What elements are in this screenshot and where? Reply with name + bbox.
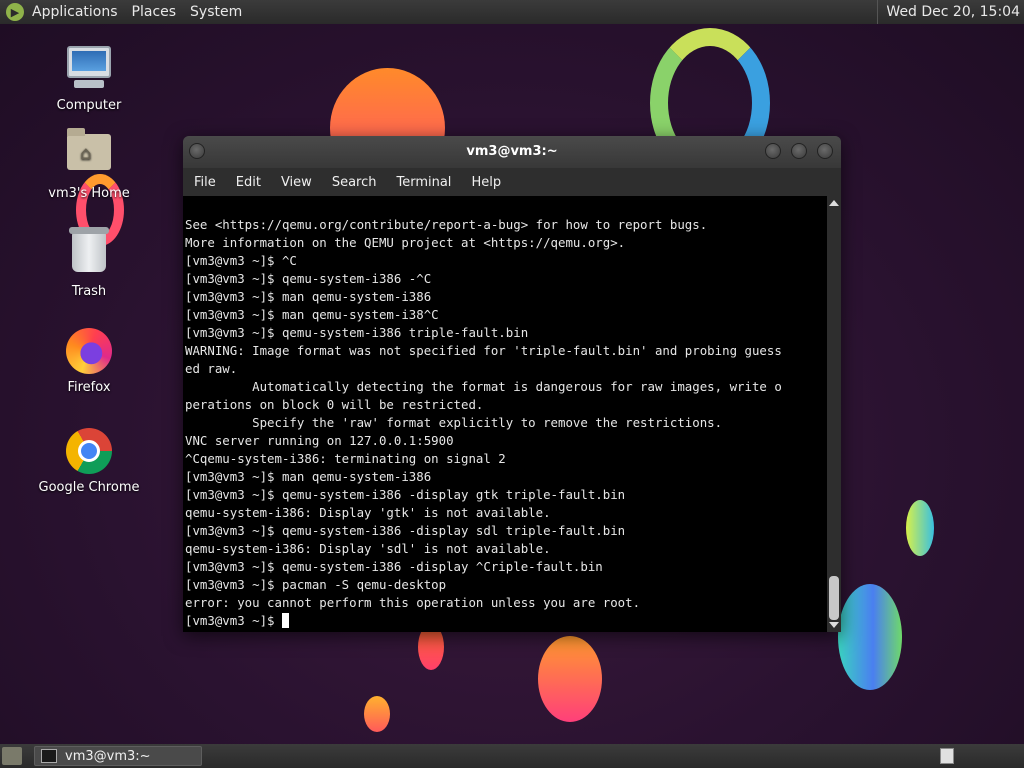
terminal-menubar: File Edit View Search Terminal Help (183, 168, 841, 196)
menu-terminal[interactable]: Terminal (396, 175, 451, 190)
maximize-button[interactable] (791, 143, 807, 159)
terminal-line: More information on the QEMU project at … (185, 235, 626, 250)
terminal-line: [vm3@vm3 ~]$ pacman -S qemu-desktop (185, 577, 447, 592)
close-button[interactable] (817, 143, 833, 159)
menu-help[interactable]: Help (471, 175, 501, 190)
terminal-line: perations on block 0 will be restricted. (185, 397, 484, 412)
terminal-line: ed raw. (185, 361, 238, 376)
menu-places[interactable]: Places (132, 4, 177, 20)
bottom-panel: vm3@vm3:~ (0, 744, 1024, 768)
terminal-line: ^Cqemu-system-i386: terminating on signa… (185, 451, 506, 466)
terminal-line: [vm3@vm3 ~]$ man qemu-system-i38^C (185, 307, 439, 322)
firefox-icon (65, 328, 113, 376)
minimize-button[interactable] (765, 143, 781, 159)
window-titlebar[interactable]: vm3@vm3:~ (183, 136, 841, 168)
desktop-icon-label: Google Chrome (38, 480, 140, 495)
terminal-line: error: you cannot perform this operation… (185, 595, 641, 610)
terminal-line: [vm3@vm3 ~]$ man qemu-system-i386 (185, 289, 432, 304)
desktop-icon-trash[interactable]: Trash (34, 227, 144, 299)
terminal-line: [vm3@vm3 ~]$ ^C (185, 253, 297, 268)
terminal-line: [vm3@vm3 ~]$ qemu-system-i386 -^C (185, 271, 432, 286)
terminal-line: [vm3@vm3 ~]$ qemu-system-i386 -display g… (185, 487, 626, 502)
terminal-line: See <https://qemu.org/contribute/report-… (185, 217, 708, 232)
menu-system[interactable]: System (190, 4, 242, 20)
chrome-icon (65, 428, 113, 476)
taskbar-item-label: vm3@vm3:~ (65, 748, 151, 764)
desktop-icon-label: Computer (56, 98, 122, 113)
scroll-down-arrow-icon[interactable] (829, 622, 839, 628)
terminal-line: qemu-system-i386: Display 'sdl' is not a… (185, 541, 551, 556)
terminal-line: qemu-system-i386: Display 'gtk' is not a… (185, 505, 551, 520)
terminal-icon (41, 749, 57, 763)
clock[interactable]: Wed Dec 20, 15:04 (877, 0, 1024, 24)
terminal-prompt: [vm3@vm3 ~]$ (185, 613, 282, 628)
terminal-line: Automatically detecting the format is da… (185, 379, 782, 394)
desktop-icon-label: vm3's Home (48, 186, 130, 201)
terminal-line: [vm3@vm3 ~]$ qemu-system-i386 -display s… (185, 523, 626, 538)
wallpaper-shape (838, 584, 902, 690)
scrollbar-thumb[interactable] (829, 576, 839, 620)
terminal-line: [vm3@vm3 ~]$ qemu-system-i386 triple-fau… (185, 325, 529, 340)
terminal-scrollbar[interactable] (827, 196, 841, 632)
desktop-icon-home[interactable]: ⌂ vm3's Home (34, 128, 144, 201)
distro-logo-icon[interactable]: ▶ (6, 3, 24, 21)
terminal-line: VNC server running on 127.0.0.1:5900 (185, 433, 454, 448)
scroll-up-arrow-icon[interactable] (829, 200, 839, 206)
terminal-line: Specify the 'raw' format explicitly to r… (185, 415, 723, 430)
terminal-line: [vm3@vm3 ~]$ qemu-system-i386 -display ^… (185, 559, 603, 574)
terminal-line: [vm3@vm3 ~]$ man qemu-system-i386 (185, 469, 432, 484)
terminal-output[interactable]: See <https://qemu.org/contribute/report-… (183, 196, 827, 632)
show-desktop-button[interactable] (2, 747, 22, 765)
top-panel: ▶ Applications Places System Wed Dec 20,… (0, 0, 1024, 24)
desktop-icon-label: Trash (71, 284, 107, 299)
menu-file[interactable]: File (194, 175, 216, 190)
workspace-switcher[interactable] (940, 748, 954, 764)
terminal-window[interactable]: vm3@vm3:~ File Edit View Search Terminal… (183, 136, 841, 632)
trash-icon (65, 227, 113, 280)
desktop-icon-chrome[interactable]: Google Chrome (34, 428, 144, 495)
window-title: vm3@vm3:~ (466, 144, 558, 159)
home-folder-icon: ⌂ (65, 128, 113, 182)
taskbar-item-terminal[interactable]: vm3@vm3:~ (34, 746, 202, 766)
computer-icon (65, 46, 113, 94)
top-menu: ▶ Applications Places System (6, 0, 256, 24)
desktop-icon-computer[interactable]: Computer (34, 46, 144, 113)
wallpaper-shape (906, 500, 934, 556)
terminal-text: See <https://qemu.org/contribute/report-… (185, 216, 782, 630)
wallpaper-shape (538, 636, 602, 722)
menu-view[interactable]: View (281, 175, 312, 190)
desktop-icon-firefox[interactable]: Firefox (34, 328, 144, 395)
menu-applications[interactable]: Applications (32, 4, 118, 20)
wallpaper-shape (364, 696, 390, 732)
terminal-prompt-line[interactable]: [vm3@vm3 ~]$ (185, 612, 782, 630)
menu-edit[interactable]: Edit (236, 175, 261, 190)
menu-search[interactable]: Search (332, 175, 377, 190)
terminal-line: WARNING: Image format was not specified … (185, 343, 782, 358)
desktop-icon-label: Firefox (67, 380, 111, 395)
terminal-cursor (281, 613, 289, 628)
